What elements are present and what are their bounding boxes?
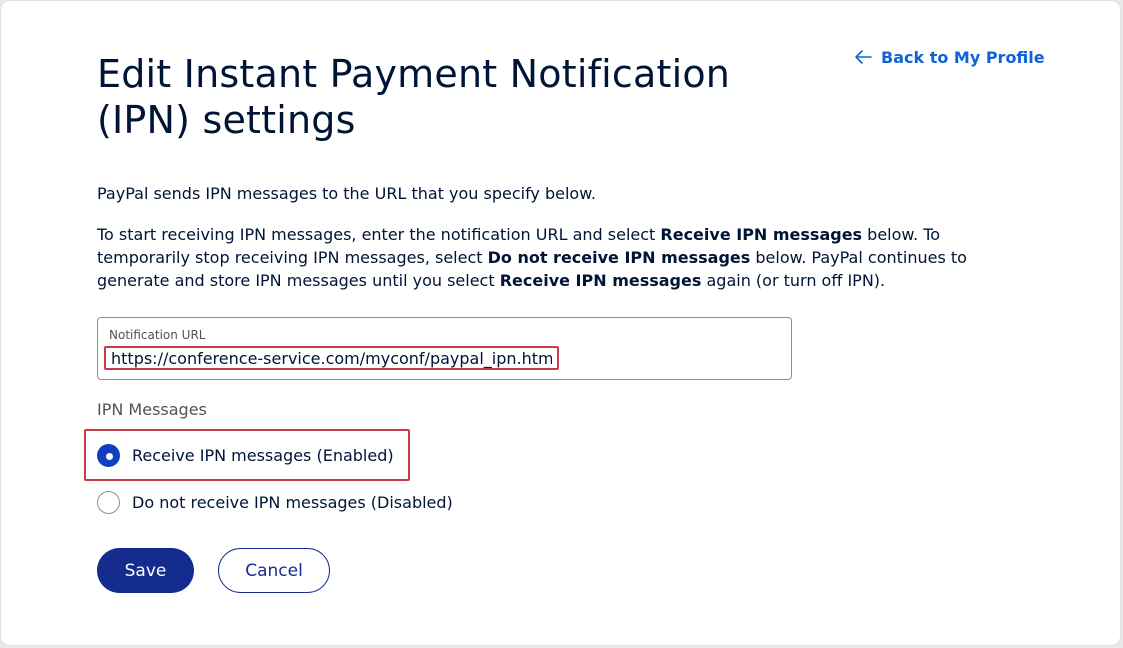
instructions-text: To start receiving IPN messages, enter t… <box>97 225 967 290</box>
intro-text: PayPal sends IPN messages to the URL tha… <box>97 184 596 203</box>
cancel-button[interactable]: Cancel <box>218 548 330 593</box>
settings-card: Back to My Profile Edit Instant Payment … <box>0 0 1121 646</box>
radio-button-unchecked[interactable] <box>97 491 120 514</box>
save-button[interactable]: Save <box>97 548 194 593</box>
radio-option-enabled[interactable]: Receive IPN messages (Enabled) <box>97 444 394 467</box>
back-link-label: Back to My Profile <box>881 47 1045 67</box>
notification-url-label: Notification URL <box>109 328 206 342</box>
radio-option-enabled-label: Receive IPN messages (Enabled) <box>132 446 394 465</box>
radio-option-disabled[interactable]: Do not receive IPN messages (Disabled) <box>97 491 453 514</box>
notification-url-field: Notification URL <box>97 317 792 380</box>
arrow-left-icon <box>855 50 872 64</box>
page-title: Edit Instant Payment Notification (IPN) … <box>97 52 731 142</box>
radio-button-checked[interactable] <box>97 444 120 467</box>
ipn-messages-label: IPN Messages <box>97 400 207 419</box>
notification-url-input[interactable] <box>104 346 559 370</box>
back-to-profile-link[interactable]: Back to My Profile <box>853 47 1045 67</box>
radio-option-disabled-label: Do not receive IPN messages (Disabled) <box>132 493 453 512</box>
